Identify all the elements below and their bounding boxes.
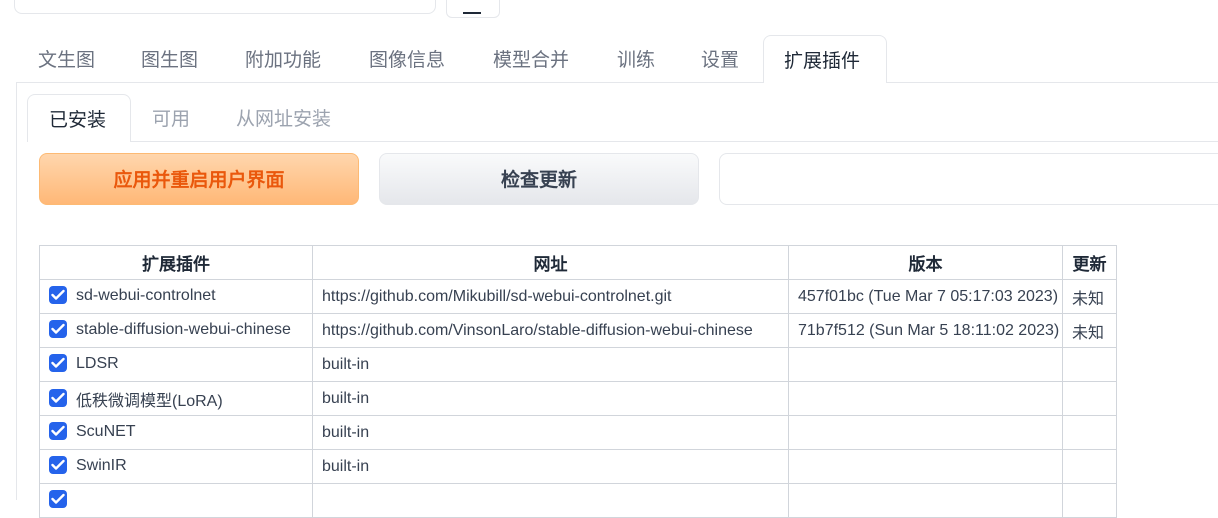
extension-url: built-in [312, 381, 789, 416]
check-updates-button[interactable]: 检查更新 [379, 153, 699, 205]
table-row: ScuNET built-in [39, 415, 1117, 450]
enable-checkbox[interactable] [49, 456, 67, 475]
tab-extras[interactable]: 附加功能 [245, 35, 321, 83]
extension-name: sd-webui-controlnet [76, 287, 216, 305]
extension-update-status [1062, 449, 1117, 484]
header-update: 更新 [1062, 245, 1117, 280]
extension-version [788, 483, 1063, 518]
checkmark-icon [51, 358, 65, 369]
table-header-row: 扩展插件 网址 版本 更新 [39, 245, 1117, 280]
header-version: 版本 [788, 245, 1063, 280]
top-text-input[interactable] [14, 0, 436, 14]
extension-version [788, 415, 1063, 450]
extension-version [788, 449, 1063, 484]
table-row: LDSR built-in [39, 347, 1117, 382]
extension-url: built-in [312, 449, 789, 484]
enable-checkbox[interactable] [49, 286, 67, 305]
extension-name: stable-diffusion-webui-chinese [76, 321, 291, 339]
header-url: 网址 [312, 245, 789, 280]
enable-checkbox[interactable] [49, 490, 67, 509]
tab-img2img[interactable]: 图生图 [141, 35, 198, 83]
tab-checkpoint-merger[interactable]: 模型合并 [493, 35, 569, 83]
enable-checkbox[interactable] [49, 388, 67, 407]
extensions-table: 扩展插件 网址 版本 更新 sd-webui-controlnet https:/… [39, 245, 1117, 518]
extension-url: https://github.com/VinsonLaro/stable-dif… [312, 313, 789, 348]
tab-installed[interactable]: 已安装 [27, 94, 131, 142]
tab-available[interactable]: 可用 [152, 94, 190, 142]
tab-png-info[interactable]: 图像信息 [369, 35, 445, 83]
main-tabs-divider [16, 82, 1218, 83]
enable-checkbox[interactable] [49, 422, 67, 441]
tab-txt2img[interactable]: 文生图 [38, 35, 95, 83]
tab-install-from-url[interactable]: 从网址安装 [236, 94, 331, 142]
checkmark-icon [51, 460, 65, 471]
extension-name-cell: SwinIR [39, 449, 313, 484]
extension-update-status: 未知 [1062, 313, 1117, 348]
checkmark-icon [51, 324, 65, 335]
table-row: 低秩微调模型(LoRA) built-in [39, 381, 1117, 416]
extension-update-status [1062, 381, 1117, 416]
extension-url: https://github.com/Mikubill/sd-webui-con… [312, 279, 789, 314]
extension-version [788, 381, 1063, 416]
extension-url: built-in [312, 347, 789, 382]
extension-name-cell: ScuNET [39, 415, 313, 450]
extension-name-cell: LDSR [39, 347, 313, 382]
tab-extensions[interactable]: 扩展插件 [763, 35, 887, 83]
extension-name: LDSR [76, 355, 119, 373]
sub-tabs-divider [27, 141, 1218, 142]
checkmark-icon [51, 426, 65, 437]
status-output [719, 153, 1218, 205]
tab-settings[interactable]: 设置 [701, 35, 739, 83]
checkmark-icon [51, 392, 65, 403]
extension-name-cell: stable-diffusion-webui-chinese [39, 313, 313, 348]
enable-checkbox[interactable] [49, 354, 67, 373]
checkmark-icon [51, 494, 65, 505]
top-icon-button[interactable] [446, 0, 500, 18]
extension-name: SwinIR [76, 457, 127, 475]
extension-name-cell [39, 483, 313, 518]
extension-version: 71b7f512 (Sun Mar 5 18:11:02 2023) [788, 313, 1063, 348]
table-row: stable-diffusion-webui-chinese https://gi… [39, 313, 1117, 348]
extension-update-status [1062, 483, 1117, 518]
table-row: SwinIR built-in [39, 449, 1117, 484]
extension-name-cell: 低秩微调模型(LoRA) [39, 381, 313, 416]
apply-and-restart-button[interactable]: 应用并重启用户界面 [39, 153, 359, 205]
enable-checkbox[interactable] [49, 320, 67, 339]
extension-url: built-in [312, 415, 789, 450]
checkmark-icon [51, 290, 65, 301]
extension-url [312, 483, 789, 518]
extension-update-status: 未知 [1062, 279, 1117, 314]
extension-name: ScuNET [76, 423, 136, 441]
extension-version: 457f01bc (Tue Mar 7 05:17:03 2023) [788, 279, 1063, 314]
tab-train[interactable]: 训练 [617, 35, 655, 83]
underline-icon [463, 12, 481, 14]
extension-name-cell: sd-webui-controlnet [39, 279, 313, 314]
extension-update-status [1062, 347, 1117, 382]
extension-update-status [1062, 415, 1117, 450]
header-extension: 扩展插件 [39, 245, 313, 280]
table-row: sd-webui-controlnet https://github.com/Mi… [39, 279, 1117, 314]
extension-name: 低秩微调模型(LoRA) [76, 392, 223, 410]
extension-version [788, 347, 1063, 382]
table-row [39, 483, 1117, 518]
